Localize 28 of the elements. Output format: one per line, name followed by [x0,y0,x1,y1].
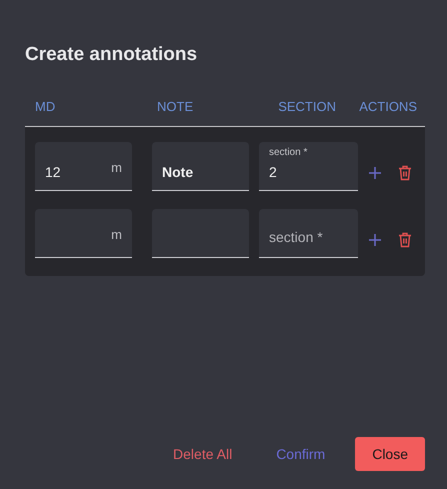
section-label: section * [269,147,308,158]
note-value: Note [162,164,194,180]
add-button[interactable] [368,232,382,246]
section-placeholder: section * [269,229,323,245]
column-header: MD [34,98,56,114]
dialog-title: Create annotations [25,44,198,67]
section-field[interactable]: section * [259,209,358,258]
add-button[interactable] [368,166,382,180]
plus-icon [368,232,382,246]
md-field[interactable]: 12 m [35,142,132,191]
trash-icon [398,164,412,180]
note-field[interactable]: Note [152,142,249,191]
close-button[interactable]: Close [355,437,425,471]
md-value: 12 [45,164,61,180]
plus-icon [368,166,382,180]
trash-icon [398,232,412,248]
delete-button[interactable] [398,232,412,248]
section-field[interactable]: section * 2 [259,142,358,191]
column-header: ACTIONS [359,98,418,114]
note-field[interactable] [152,209,249,258]
column-header: NOTE [156,98,194,114]
delete-button[interactable] [398,164,412,180]
md-field[interactable]: m [35,209,132,258]
unit-label: m [111,160,122,175]
column-header: SECTION [278,98,336,114]
section-value: 2 [269,164,277,180]
delete-all-button[interactable]: Delete All [165,438,240,470]
unit-label: m [111,227,122,242]
